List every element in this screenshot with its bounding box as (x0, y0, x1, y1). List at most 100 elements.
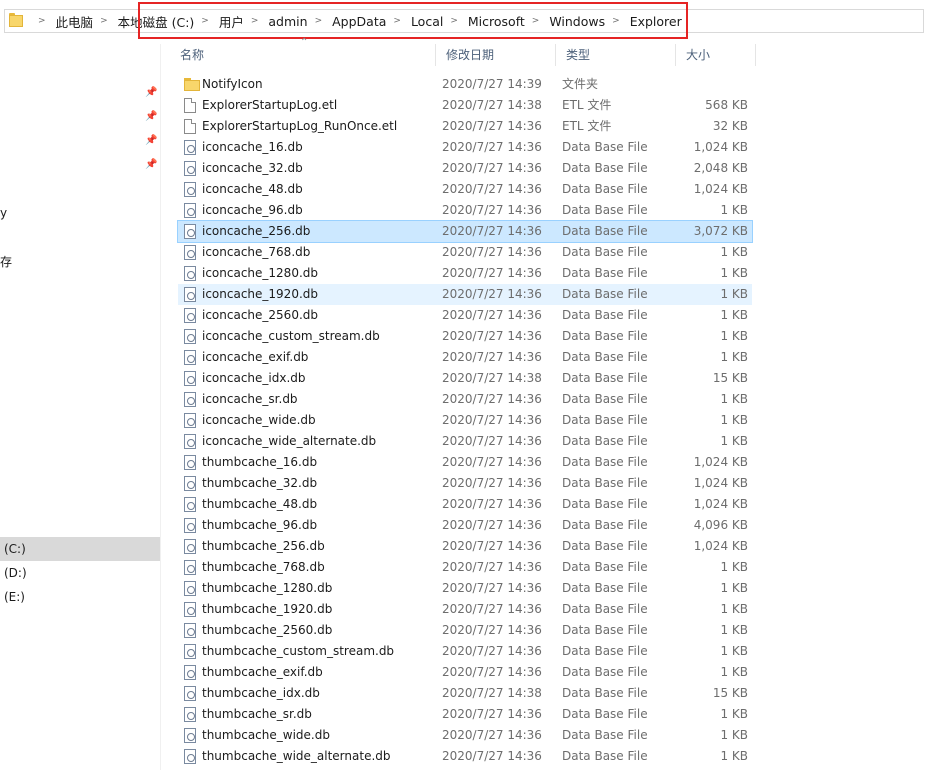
file-row[interactable]: thumbcache_1280.db 2020/7/27 14:36 Data Ba… (178, 578, 752, 599)
file-row[interactable]: iconcache_sr.db 2020/7/27 14:36 Data Base … (178, 389, 752, 410)
file-row[interactable]: iconcache_96.db 2020/7/27 14:36 Data Base … (178, 200, 752, 221)
file-type: Data Base File (562, 455, 648, 469)
database-file-icon (184, 287, 196, 302)
file-row[interactable]: thumbcache_idx.db 2020/7/27 14:38 Data Bas… (178, 683, 752, 704)
file-row[interactable]: NotifyIcon 2020/7/27 14:39 文件夹 (178, 74, 752, 95)
file-type: Data Base File (562, 623, 648, 637)
file-date: 2020/7/27 14:36 (442, 749, 542, 763)
file-name: iconcache_48.db (202, 182, 303, 196)
file-name: thumbcache_48.db (202, 497, 318, 511)
crumb-this-pc[interactable]: 此电脑 (55, 12, 95, 31)
file-row[interactable]: iconcache_48.db 2020/7/27 14:36 Data Base … (178, 179, 752, 200)
file-name: iconcache_768.db (202, 245, 311, 259)
file-row[interactable]: thumbcache_wide_alternate.db 2020/7/27 14… (178, 746, 752, 767)
file-date: 2020/7/27 14:36 (442, 707, 542, 721)
database-file-icon (184, 644, 196, 659)
file-row[interactable]: iconcache_2560.db 2020/7/27 14:36 Data Bas… (178, 305, 752, 326)
file-size: 15 KB (712, 686, 748, 700)
file-type: Data Base File (562, 518, 648, 532)
file-size: 1 KB (720, 707, 748, 721)
file-type: Data Base File (562, 686, 648, 700)
file-date: 2020/7/27 14:39 (442, 77, 542, 91)
nav-drive-c[interactable]: (C:) (0, 537, 160, 561)
database-file-icon (184, 140, 196, 155)
file-size: 1 KB (720, 665, 748, 679)
file-type: Data Base File (562, 581, 648, 595)
database-file-icon (184, 665, 196, 680)
file-name: ExplorerStartupLog.etl (202, 98, 338, 112)
file-row[interactable]: thumbcache_1920.db 2020/7/27 14:36 Data Ba… (178, 599, 752, 620)
file-row[interactable]: thumbcache_96.db 2020/7/27 14:36 Data Base… (178, 515, 752, 536)
folder-icon (184, 78, 200, 91)
database-file-icon (184, 413, 196, 428)
database-file-icon (184, 434, 196, 449)
file-row[interactable]: thumbcache_sr.db 2020/7/27 14:36 Data Base… (178, 704, 752, 725)
column-header-size[interactable]: 大小 (676, 44, 756, 66)
file-row[interactable]: iconcache_exif.db 2020/7/27 14:36 Data Bas… (178, 347, 752, 368)
database-file-icon (184, 224, 196, 239)
file-name: iconcache_wide.db (202, 413, 316, 427)
nav-drive-e[interactable]: (E:) (0, 585, 160, 609)
file-size: 1 KB (720, 749, 748, 763)
database-file-icon (184, 539, 196, 554)
file-row[interactable]: thumbcache_48.db 2020/7/27 14:36 Data Base… (178, 494, 752, 515)
pin-icon[interactable]: 📌 (145, 159, 157, 171)
file-name: NotifyIcon (202, 77, 263, 91)
file-type: Data Base File (562, 644, 648, 658)
file-date: 2020/7/27 14:36 (442, 161, 542, 175)
column-header-type[interactable]: 类型 (556, 44, 676, 66)
pin-icon[interactable]: 📌 (145, 111, 157, 123)
file-date: 2020/7/27 14:36 (442, 413, 542, 427)
highlight-box (138, 2, 688, 39)
file-row[interactable]: thumbcache_2560.db 2020/7/27 14:36 Data Ba… (178, 620, 752, 641)
file-row[interactable]: iconcache_wide_alternate.db 2020/7/27 14:… (178, 431, 752, 452)
pin-icon[interactable]: 📌 (145, 135, 157, 147)
file-date: 2020/7/27 14:36 (442, 266, 542, 280)
chevron-right-icon[interactable]: > (38, 16, 46, 26)
file-date: 2020/7/27 14:36 (442, 728, 542, 742)
file-row[interactable]: iconcache_custom_stream.db 2020/7/27 14:3… (178, 326, 752, 347)
file-row[interactable]: ExplorerStartupLog.etl 2020/7/27 14:38 ETL… (178, 95, 752, 116)
file-row[interactable]: thumbcache_32.db 2020/7/27 14:36 Data Base… (178, 473, 752, 494)
file-type: Data Base File (562, 329, 648, 343)
column-header-date[interactable]: 修改日期 (436, 44, 556, 66)
file-date: 2020/7/27 14:36 (442, 602, 542, 616)
file-row[interactable]: thumbcache_wide.db 2020/7/27 14:36 Data Ba… (178, 725, 752, 746)
file-row[interactable]: ExplorerStartupLog_RunOnce.etl 2020/7/27 … (178, 116, 752, 137)
file-row[interactable]: iconcache_32.db 2020/7/27 14:36 Data Base … (178, 158, 752, 179)
nav-item-label[interactable]: 存 (0, 253, 12, 270)
database-file-icon (184, 497, 196, 512)
file-name: iconcache_exif.db (202, 350, 309, 364)
file-size: 1,024 KB (693, 455, 748, 469)
file-size: 1 KB (720, 644, 748, 658)
file-name: iconcache_idx.db (202, 371, 306, 385)
pin-icon[interactable]: 📌 (145, 87, 157, 99)
file-row[interactable]: iconcache_1280.db 2020/7/27 14:36 Data Bas… (178, 263, 752, 284)
file-type: Data Base File (562, 140, 648, 154)
file-row[interactable]: thumbcache_768.db 2020/7/27 14:36 Data Bas… (178, 557, 752, 578)
file-name: iconcache_16.db (202, 140, 303, 154)
file-row[interactable]: iconcache_16.db 2020/7/27 14:36 Data Base … (178, 137, 752, 158)
file-row[interactable]: thumbcache_16.db 2020/7/27 14:36 Data Base… (178, 452, 752, 473)
nav-item-label[interactable]: y (0, 206, 7, 220)
file-date: 2020/7/27 14:36 (442, 308, 542, 322)
file-type: Data Base File (562, 413, 648, 427)
nav-drive-d[interactable]: (D:) (0, 561, 160, 585)
file-date: 2020/7/27 14:36 (442, 203, 542, 217)
file-row[interactable]: iconcache_wide.db 2020/7/27 14:36 Data Bas… (178, 410, 752, 431)
file-name: thumbcache_32.db (202, 476, 318, 490)
database-file-icon (184, 728, 196, 743)
file-row[interactable]: iconcache_1920.db 2020/7/27 14:36 Data Bas… (178, 284, 752, 305)
file-row[interactable]: iconcache_idx.db 2020/7/27 14:38 Data Base… (178, 368, 752, 389)
file-row[interactable]: thumbcache_exif.db 2020/7/27 14:36 Data Ba… (178, 662, 752, 683)
column-header-name[interactable]: 名称 (170, 44, 436, 66)
file-row[interactable]: iconcache_256.db 2020/7/27 14:36 Data Base… (177, 220, 753, 243)
file-row[interactable]: iconcache_768.db 2020/7/27 14:36 Data Base… (178, 242, 752, 263)
file-row[interactable]: thumbcache_custom_stream.db 2020/7/27 14:… (178, 641, 752, 662)
chevron-right-icon[interactable]: > (100, 16, 108, 26)
database-file-icon (184, 182, 196, 197)
file-type: Data Base File (562, 560, 648, 574)
file-row[interactable]: thumbcache_256.db 2020/7/27 14:36 Data Bas… (178, 536, 752, 557)
database-file-icon (184, 203, 196, 218)
address-bar-area: > 此电脑 > 本地磁盘 (C:) > 用户 > admin > AppData… (0, 0, 927, 44)
